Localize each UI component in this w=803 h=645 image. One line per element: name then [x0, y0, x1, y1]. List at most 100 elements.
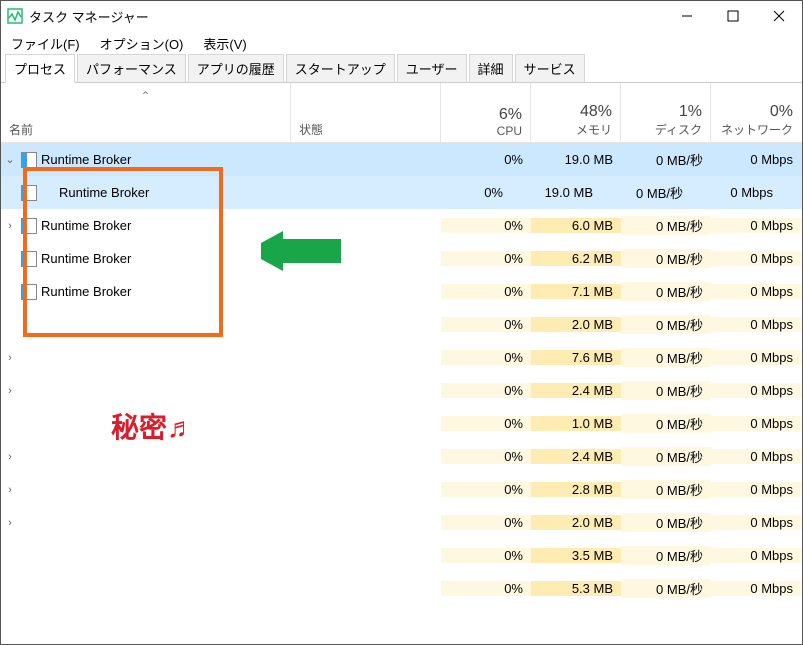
- disk-value: 0 MB/秒: [621, 150, 711, 169]
- disk-value: 0 MB/秒: [621, 447, 711, 466]
- tab-bar: プロセス パフォーマンス アプリの履歴 スタートアップ ユーザー 詳細 サービス: [1, 55, 802, 83]
- tab-performance[interactable]: パフォーマンス: [77, 54, 186, 82]
- cpu-value: 0%: [441, 218, 531, 233]
- process-row[interactable]: 0%3.5 MB0 MB/秒0 Mbps: [1, 539, 802, 572]
- mem-value: 3.5 MB: [531, 548, 621, 563]
- process-row[interactable]: ›0%2.0 MB0 MB/秒0 Mbps: [1, 506, 802, 539]
- tab-details[interactable]: 詳細: [469, 54, 513, 82]
- tab-startup[interactable]: スタートアップ: [286, 54, 395, 82]
- menu-file[interactable]: ファイル(F): [7, 32, 84, 55]
- tab-processes[interactable]: プロセス: [5, 54, 75, 83]
- cpu-value: 0%: [441, 581, 531, 596]
- process-name: Runtime Broker: [39, 251, 291, 266]
- app-icon: [7, 8, 23, 24]
- cpu-value: 0%: [441, 416, 531, 431]
- window-title: タスク マネージャー: [29, 7, 664, 26]
- menubar: ファイル(F) オプション(O) 表示(V): [1, 31, 802, 55]
- maximize-button[interactable]: [710, 1, 756, 31]
- expand-chevron-icon[interactable]: ›: [1, 385, 19, 397]
- process-row[interactable]: ⌄Runtime Broker0%19.0 MB0 MB/秒0 Mbps: [1, 143, 802, 176]
- process-icon: [19, 185, 39, 201]
- net-value: 0 Mbps: [711, 548, 801, 563]
- cpu-value: 0%: [441, 548, 531, 563]
- net-value: 0 Mbps: [711, 317, 801, 332]
- process-row[interactable]: 0%5.3 MB0 MB/秒0 Mbps: [1, 572, 802, 605]
- minimize-button[interactable]: [664, 1, 710, 31]
- mem-value: 6.2 MB: [531, 251, 621, 266]
- disk-value: 0 MB/秒: [621, 315, 711, 334]
- mem-value: 2.4 MB: [531, 449, 621, 464]
- process-row[interactable]: Runtime Broker0%6.2 MB0 MB/秒0 Mbps: [1, 242, 802, 275]
- expand-chevron-icon[interactable]: ›: [1, 484, 19, 496]
- net-value: 0 Mbps: [711, 350, 801, 365]
- net-value: 0 Mbps: [711, 218, 801, 233]
- mem-value: 7.1 MB: [531, 284, 621, 299]
- process-name: Runtime Broker: [39, 152, 291, 167]
- close-button[interactable]: [756, 1, 802, 31]
- process-name: Runtime Broker: [39, 218, 291, 233]
- mem-value: 1.0 MB: [531, 416, 621, 431]
- process-row[interactable]: Runtime Broker0%7.1 MB0 MB/秒0 Mbps: [1, 275, 802, 308]
- net-value: 0 Mbps: [711, 482, 801, 497]
- disk-value: 0 MB/秒: [621, 480, 711, 499]
- process-row[interactable]: 0%2.0 MB0 MB/秒0 Mbps: [1, 308, 802, 341]
- mem-value: 7.6 MB: [531, 350, 621, 365]
- col-status-label: 状態: [299, 121, 432, 138]
- process-row[interactable]: 0%1.0 MB0 MB/秒0 Mbps: [1, 407, 802, 440]
- mem-value: 2.0 MB: [531, 515, 621, 530]
- net-value: 0 Mbps: [711, 251, 801, 266]
- menu-options[interactable]: オプション(O): [96, 32, 188, 55]
- col-mem-label: メモリ: [576, 121, 612, 138]
- process-row[interactable]: ›0%2.4 MB0 MB/秒0 Mbps: [1, 440, 802, 473]
- net-total: 0%: [770, 103, 793, 121]
- titlebar: タスク マネージャー: [1, 1, 802, 31]
- disk-value: 0 MB/秒: [621, 282, 711, 301]
- col-cpu-label: CPU: [497, 124, 522, 138]
- menu-view[interactable]: 表示(V): [199, 32, 250, 55]
- mem-value: 19.0 MB: [531, 152, 621, 167]
- col-network[interactable]: 0% ネットワーク: [711, 83, 801, 142]
- net-value: 0 Mbps: [711, 416, 801, 431]
- expand-chevron-icon[interactable]: ›: [1, 517, 19, 529]
- col-memory[interactable]: 48% メモリ: [531, 83, 621, 142]
- tab-services[interactable]: サービス: [515, 54, 585, 82]
- sort-indicator-icon: ⌃: [140, 89, 150, 103]
- cpu-value: 0%: [441, 515, 531, 530]
- col-name[interactable]: ⌃ 名前: [1, 83, 291, 142]
- process-name: Runtime Broker: [39, 185, 271, 200]
- expand-chevron-icon[interactable]: ›: [1, 352, 19, 364]
- process-row[interactable]: › 0%7.6 MB0 MB/秒0 Mbps: [1, 341, 802, 374]
- mem-value: 19.0 MB: [511, 185, 601, 200]
- expand-chevron-icon[interactable]: ⌄: [1, 153, 19, 166]
- tab-history[interactable]: アプリの履歴: [188, 54, 284, 82]
- process-row[interactable]: Runtime Broker0%19.0 MB0 MB/秒0 Mbps: [1, 176, 802, 209]
- disk-value: 0 MB/秒: [621, 348, 711, 367]
- disk-value: 0 MB/秒: [621, 216, 711, 235]
- mem-total: 48%: [580, 103, 612, 121]
- cpu-value: 0%: [441, 284, 531, 299]
- process-icon: [19, 251, 39, 267]
- window-controls: [664, 1, 802, 31]
- net-value: 0 Mbps: [711, 581, 801, 596]
- process-row[interactable]: ›0%2.8 MB0 MB/秒0 Mbps: [1, 473, 802, 506]
- process-row[interactable]: ›0%2.4 MB0 MB/秒0 Mbps: [1, 374, 802, 407]
- expand-chevron-icon[interactable]: ›: [1, 451, 19, 463]
- process-icon: [19, 218, 39, 234]
- net-value: 0 Mbps: [711, 152, 801, 167]
- mem-value: 2.0 MB: [531, 317, 621, 332]
- disk-total: 1%: [679, 103, 702, 121]
- col-name-label: 名前: [9, 121, 282, 138]
- cpu-value: 0%: [421, 185, 511, 200]
- process-row[interactable]: › Runtime Broker 0%6.0 MB0 MB/秒0 Mbps: [1, 209, 802, 242]
- col-status[interactable]: 状態: [291, 83, 441, 142]
- col-cpu[interactable]: 6% CPU: [441, 83, 531, 142]
- mem-value: 6.0 MB: [531, 218, 621, 233]
- disk-value: 0 MB/秒: [621, 513, 711, 532]
- col-disk[interactable]: 1% ディスク: [621, 83, 711, 142]
- tab-users[interactable]: ユーザー: [397, 54, 467, 82]
- disk-value: 0 MB/秒: [621, 579, 711, 598]
- cpu-value: 0%: [441, 350, 531, 365]
- col-disk-label: ディスク: [655, 121, 702, 138]
- col-net-label: ネットワーク: [721, 121, 793, 138]
- expand-chevron-icon[interactable]: ›: [1, 220, 19, 232]
